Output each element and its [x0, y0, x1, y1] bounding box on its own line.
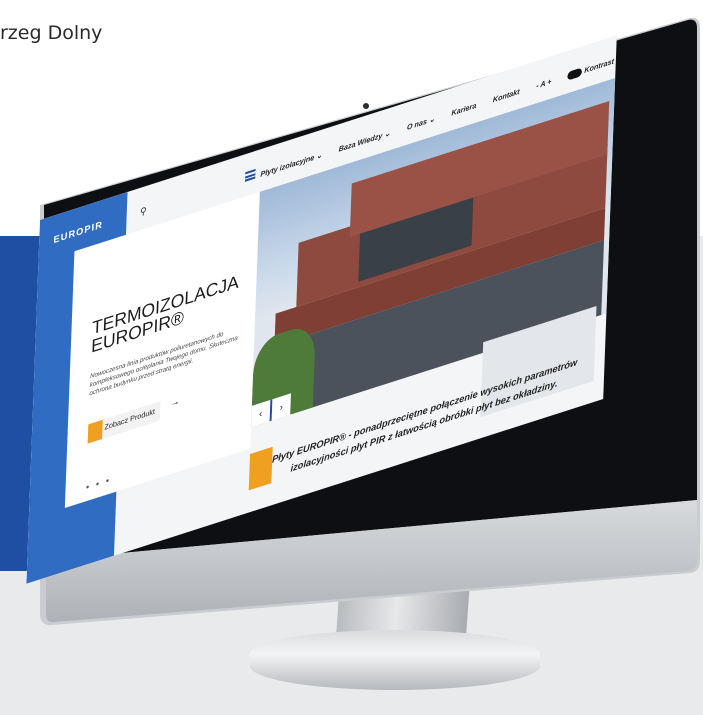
toggle-icon[interactable]	[567, 67, 583, 81]
nav-item-kontakt[interactable]: Kontakt	[493, 88, 520, 104]
nav-item-baza-wiedzy[interactable]: Baza Wiedzy ⌄	[339, 129, 391, 154]
search-icon[interactable]: ⚲	[140, 205, 147, 219]
nav-item-kariera[interactable]: Kariera	[451, 102, 476, 117]
contrast-toggle[interactable]: Kontrast	[567, 57, 614, 81]
slider-next-button[interactable]: ›	[271, 393, 291, 421]
hamburger-menu-icon[interactable]	[244, 168, 256, 182]
nav-item-o-nas[interactable]: O nas ⌄	[407, 115, 435, 132]
font-size-control[interactable]: - A +	[536, 78, 552, 90]
